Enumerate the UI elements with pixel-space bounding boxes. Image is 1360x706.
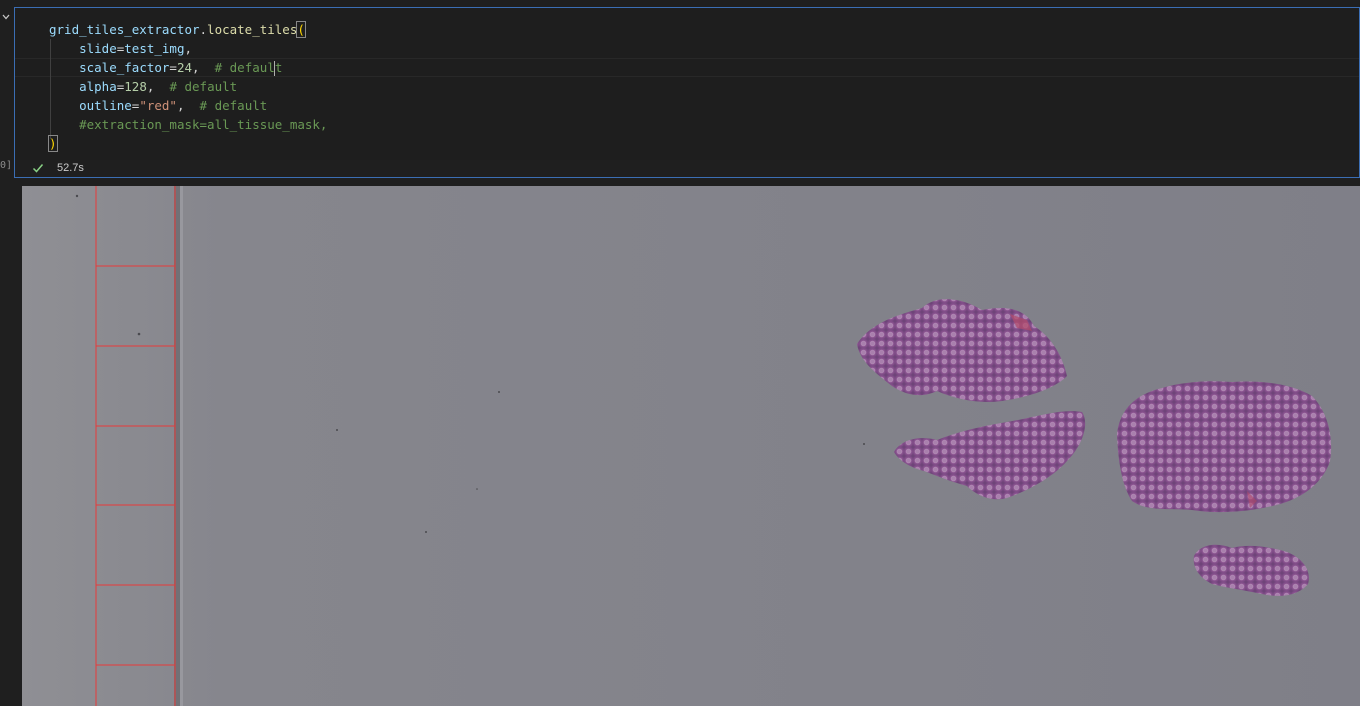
code-token-param: slide <box>79 41 117 56</box>
code-line-5[interactable]: outline="red", # default <box>49 96 267 115</box>
code-editor[interactable]: grid_tiles_extractor.locate_tiles( slide… <box>15 8 1359 160</box>
code-token-object: grid_tiles_extractor <box>49 22 200 37</box>
code-token-string: "red" <box>139 98 177 113</box>
code-token-open-paren: ( <box>296 21 306 38</box>
code-token-comment-tail: t <box>274 60 283 75</box>
code-token-number: 128 <box>124 79 147 94</box>
code-token-comment: #extraction_mask=all_tissue_mask, <box>79 117 328 132</box>
code-token-close-paren: ) <box>48 135 58 152</box>
code-line-1[interactable]: grid_tiles_extractor.locate_tiles( <box>49 20 306 39</box>
code-token-dot: . <box>199 22 208 37</box>
code-line-3[interactable]: scale_factor=24, # default <box>49 58 282 77</box>
code-cell[interactable]: grid_tiles_extractor.locate_tiles( slide… <box>14 7 1360 178</box>
code-token-comment: # defaul <box>199 60 275 75</box>
code-token-value: test_img <box>124 41 185 56</box>
code-token-comment: # default <box>154 79 238 94</box>
tissue-fragment-3 <box>1117 381 1332 513</box>
cell-status-bar: 52.7s <box>15 160 1359 178</box>
code-token-comma: , <box>176 98 185 113</box>
chevron-down-icon[interactable] <box>1 12 11 22</box>
notebook-editor: 0] grid_tiles_extractor.locate_tiles( sl… <box>0 0 1360 706</box>
cell-gutter: 0] <box>0 0 14 706</box>
code-line-4[interactable]: alpha=128, # default <box>49 77 237 96</box>
code-token-param: scale_factor <box>79 60 170 75</box>
slide-edge-highlight <box>180 186 183 706</box>
execution-count: 0] <box>0 160 13 171</box>
slide-thumbnail-image <box>22 186 1360 706</box>
execution-time: 52.7s <box>57 162 84 174</box>
code-token-param: alpha <box>79 79 117 94</box>
code-token-function: locate_tiles <box>207 22 298 37</box>
check-icon <box>32 164 44 173</box>
code-token-equals: = <box>169 60 177 75</box>
code-line-7[interactable]: ) <box>48 134 58 153</box>
code-token-number: 24 <box>176 60 193 75</box>
code-line-6[interactable]: #extraction_mask=all_tissue_mask, <box>49 115 327 134</box>
code-token-param: outline <box>79 98 132 113</box>
code-token-comma: , <box>184 41 193 56</box>
code-token-comma: , <box>192 60 200 75</box>
code-token-comment: # default <box>184 98 268 113</box>
code-line-2[interactable]: slide=test_img, <box>49 39 192 58</box>
cell-output <box>22 186 1360 706</box>
